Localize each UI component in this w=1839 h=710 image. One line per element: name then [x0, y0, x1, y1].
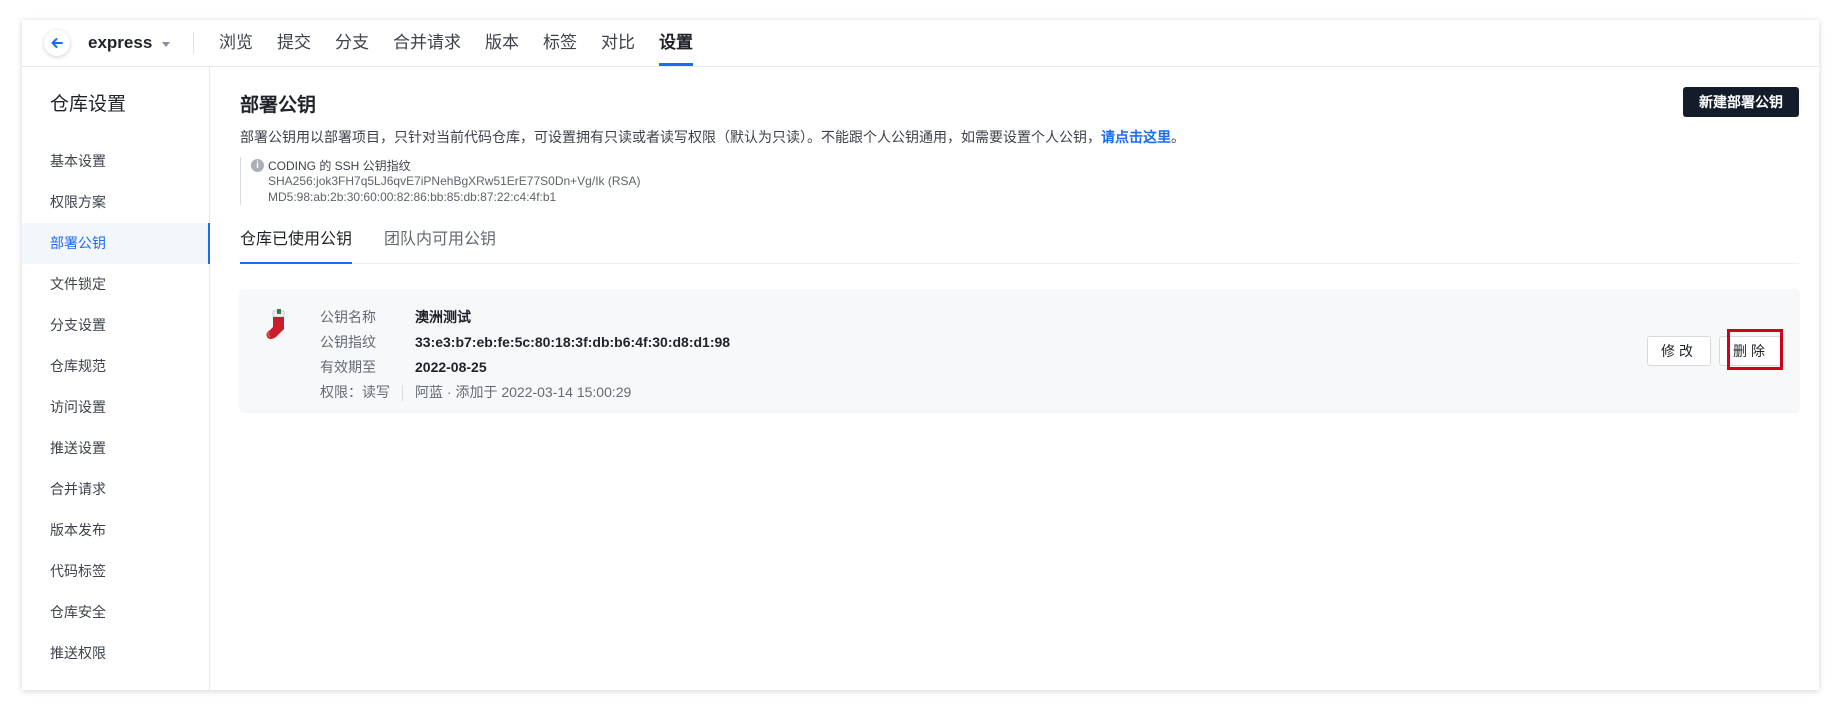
key-fingerprint: 33:e3:b7:eb:fe:5c:80:18:3f:db:b6:4f:30:d… [415, 334, 731, 350]
sidebar-menu: 基本设置 权限方案 部署公钥 文件锁定 分支设置 仓库规范 访问设置 推送设置 … [22, 141, 210, 674]
repo-tabs: 浏览 提交 分支 合并请求 版本 标签 对比 设置 [219, 20, 717, 66]
key-expiry: 2022-08-25 [415, 359, 487, 375]
nav-divider [193, 32, 194, 54]
tab-compare[interactable]: 对比 [601, 20, 635, 66]
top-navigation: express 浏览 提交 分支 合并请求 版本 标签 对比 设置 [22, 20, 1819, 67]
key-fingerprint-label: 公钥指纹 [320, 334, 376, 350]
tab-settings[interactable]: 设置 [659, 20, 693, 66]
sidebar-item-basic[interactable]: 基本设置 [22, 141, 209, 182]
key-name: 澳洲测试 [415, 309, 471, 325]
arrow-left-icon [51, 38, 63, 48]
new-deploy-key-button[interactable]: 新建部署公钥 [1683, 87, 1799, 117]
chevron-down-icon [162, 41, 171, 47]
page-description: 部署公钥用以部署项目，只针对当前代码仓库，可设置拥有只读或者读写权限（默认为只读… [240, 127, 1185, 147]
sidebar-item-access[interactable]: 访问设置 [22, 387, 209, 428]
settings-sidebar: 仓库设置 基本设置 权限方案 部署公钥 文件锁定 分支设置 仓库规范 访问设置 … [22, 67, 210, 690]
sidebar-title: 仓库设置 [50, 94, 127, 115]
sidebar-item-branch-settings[interactable]: 分支设置 [22, 305, 209, 346]
tab-commits[interactable]: 提交 [277, 20, 311, 66]
sidebar-item-push-permission[interactable]: 推送权限 [22, 633, 209, 674]
key-expiry-label: 有效期至 [320, 359, 376, 375]
sidebar-item-deploy-keys[interactable]: 部署公钥 [22, 223, 210, 264]
tab-team-keys[interactable]: 团队内可用公钥 [384, 225, 496, 263]
key-details: 公钥名称 澳洲测试 公钥指纹 33:e3:b7:eb:fe:5c:80:18:3… [320, 305, 730, 405]
sidebar-item-security[interactable]: 仓库安全 [22, 592, 209, 633]
sidebar-item-repo-rules[interactable]: 仓库规范 [22, 346, 209, 387]
highlight-box [1727, 329, 1783, 370]
key-name-label: 公钥名称 [320, 309, 376, 325]
main-content: 部署公钥 新建部署公钥 部署公钥用以部署项目，只针对当前代码仓库，可设置拥有只读… [210, 67, 1819, 690]
sidebar-item-push-settings[interactable]: 推送设置 [22, 428, 209, 469]
tab-merge-requests[interactable]: 合并请求 [393, 20, 461, 66]
sidebar-item-releases[interactable]: 版本发布 [22, 510, 209, 551]
sidebar-item-file-lock[interactable]: 文件锁定 [22, 264, 209, 305]
info-icon: i [251, 158, 264, 172]
tab-releases[interactable]: 版本 [485, 20, 519, 66]
tab-tags[interactable]: 标签 [543, 20, 577, 66]
sha256-fingerprint: SHA256:jok3FH7q5LJ6qvE7iPNehBgXRw51ErE77… [268, 174, 641, 188]
app-window: express 浏览 提交 分支 合并请求 版本 标签 对比 设置 仓库设置 基… [22, 20, 1819, 690]
sidebar-item-permission-scheme[interactable]: 权限方案 [22, 182, 209, 223]
personal-key-link[interactable]: 请点击这里 [1101, 129, 1171, 145]
fingerprint-heading: CODING 的 SSH 公钥指纹 [268, 158, 411, 173]
repo-name: express [88, 33, 153, 52]
sidebar-item-merge-requests[interactable]: 合并请求 [22, 469, 209, 510]
key-tabs: 仓库已使用公钥 团队内可用公钥 [240, 225, 1799, 264]
page-title: 部署公钥 [240, 95, 317, 116]
key-permission: 权限：读写 [320, 384, 390, 400]
md5-fingerprint: MD5:98:ab:2b:30:60:00:82:86:bb:85:db:87:… [268, 190, 557, 204]
meta-divider [402, 384, 403, 401]
back-button[interactable] [44, 30, 70, 56]
description-end: 。 [1171, 129, 1185, 145]
sidebar-item-code-tags[interactable]: 代码标签 [22, 551, 209, 592]
description-text: 部署公钥用以部署项目，只针对当前代码仓库，可设置拥有只读或者读写权限（默认为只读… [240, 129, 1101, 145]
tab-browse[interactable]: 浏览 [219, 20, 253, 66]
tab-repo-keys[interactable]: 仓库已使用公钥 [240, 225, 353, 264]
tab-branches[interactable]: 分支 [335, 20, 369, 66]
edit-key-button[interactable]: 修改 [1647, 336, 1711, 366]
key-added-by: 阿蓝 · 添加于 2022-03-14 15:00:29 [415, 384, 632, 400]
ssh-fingerprint-box: i CODING 的 SSH 公钥指纹 SHA256:jok3FH7q5LJ6q… [240, 157, 641, 205]
christmas-stocking-icon [266, 309, 285, 339]
deploy-key-card: 公钥名称 澳洲测试 公钥指纹 33:e3:b7:eb:fe:5c:80:18:3… [240, 289, 1799, 411]
repo-switcher[interactable]: express [88, 33, 171, 53]
